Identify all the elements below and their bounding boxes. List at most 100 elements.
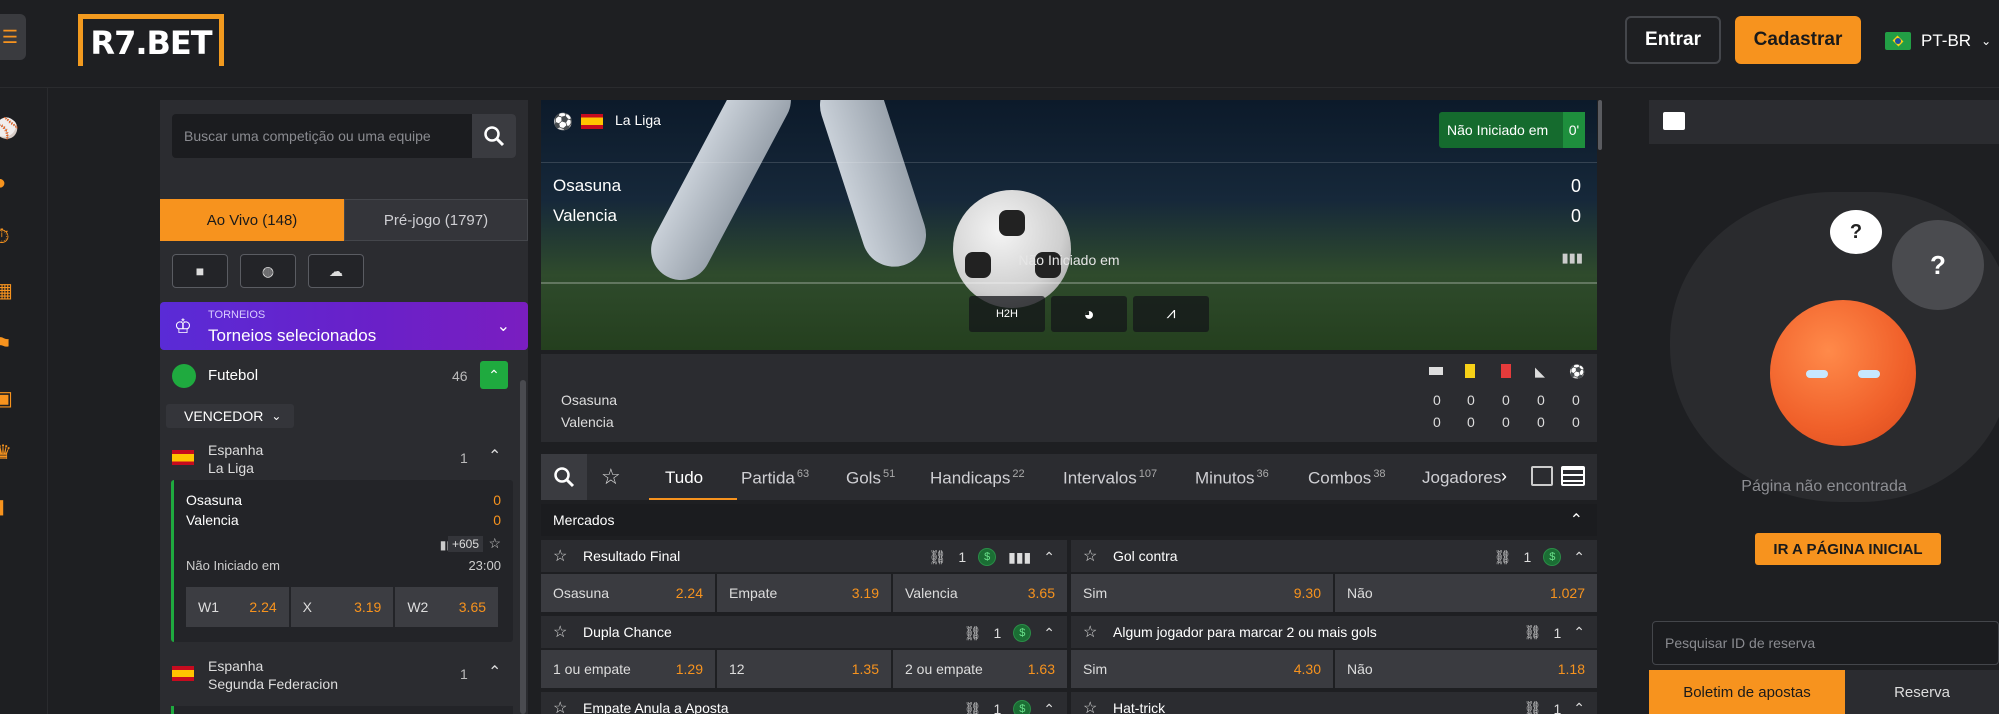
sport-icon-3[interactable]: ⏱ bbox=[0, 226, 16, 248]
reservation-search[interactable]: Pesquisar ID de reserva bbox=[1652, 621, 1999, 665]
stats-icon[interactable]: ▮▮▮ bbox=[1008, 549, 1031, 566]
tab-minutos[interactable]: Minutos 36 bbox=[1195, 468, 1269, 489]
tab-intervalos[interactable]: Intervalos 107 bbox=[1063, 468, 1157, 489]
odd-button[interactable]: Valencia 3.65 bbox=[893, 574, 1067, 612]
chevron-up-icon[interactable]: ⌃ bbox=[488, 662, 501, 682]
video-filter-button[interactable]: ■ bbox=[172, 254, 228, 288]
star-icon[interactable]: ☆ bbox=[488, 535, 501, 552]
odd-button[interactable]: Sim 9.30 bbox=[1071, 574, 1333, 612]
center-scrollbar[interactable] bbox=[1598, 100, 1602, 150]
market-title: Hat-trick bbox=[1113, 700, 1166, 714]
markets-header[interactable]: Mercados ⌃ bbox=[541, 504, 1597, 536]
odd-w2[interactable]: W2 3.65 bbox=[395, 587, 499, 627]
chevron-up-icon[interactable]: ⌃ bbox=[1043, 625, 1055, 642]
star-icon[interactable]: ☆ bbox=[1083, 546, 1097, 566]
login-button[interactable]: Entrar bbox=[1625, 16, 1721, 64]
tab-handicaps[interactable]: Handicaps 22 bbox=[930, 468, 1025, 489]
favorites-star-icon[interactable]: ☆ bbox=[601, 464, 621, 490]
odd-button[interactable]: Não 1.18 bbox=[1335, 650, 1597, 688]
stats-icon[interactable]: ▮ bbox=[0, 496, 16, 518]
market-title: Empate Anula a Aposta bbox=[583, 700, 729, 714]
trend-button[interactable]: ⩘ bbox=[1133, 296, 1209, 332]
tab-gols[interactable]: Gols 51 bbox=[846, 468, 895, 489]
chevron-right-icon[interactable]: › bbox=[1501, 466, 1507, 487]
sport-icon-1[interactable]: ⚾ bbox=[0, 118, 19, 140]
star-icon[interactable]: ☆ bbox=[553, 546, 567, 566]
more-markets-badge[interactable]: +605 bbox=[447, 536, 483, 552]
link-icon: ⛓ bbox=[963, 700, 982, 714]
sport-icon-4[interactable]: ▦ bbox=[0, 280, 16, 302]
event-card-partial[interactable] bbox=[171, 706, 513, 714]
market-type-select[interactable]: VENCEDOR ⌄ bbox=[166, 404, 294, 428]
market-search-button[interactable] bbox=[541, 454, 587, 500]
chevron-down-icon: ⌄ bbox=[271, 409, 282, 423]
left-scrollbar[interactable] bbox=[520, 380, 526, 714]
star-icon[interactable]: ☆ bbox=[553, 622, 567, 642]
chevron-up-icon[interactable]: ⌃ bbox=[1573, 700, 1585, 714]
market-header[interactable]: ☆ Dupla Chance ⛓ 1 $ ⌃ bbox=[541, 616, 1067, 648]
market-header[interactable]: ☆ Empate Anula a Aposta ⛓ 1 $ ⌃ bbox=[541, 692, 1067, 714]
tab-tudo[interactable]: Tudo bbox=[665, 468, 703, 488]
betslip-icon[interactable] bbox=[1663, 112, 1685, 130]
competition-search[interactable]: Buscar uma competição ou uma equipe bbox=[172, 114, 516, 158]
league-row[interactable]: Espanha La Liga 1 ⌃ bbox=[170, 440, 510, 480]
tournaments-selector[interactable]: ♔ TORNEIOS Torneios selecionados ⌄ bbox=[160, 302, 528, 350]
sport-icon-2[interactable]: ● bbox=[0, 172, 16, 194]
sport-icon-5[interactable]: ⚑ bbox=[0, 334, 16, 356]
odd-x[interactable]: X 3.19 bbox=[290, 587, 394, 627]
go-home-button[interactable]: IR A PÁGINA INICIAL bbox=[1755, 533, 1941, 565]
odd-button[interactable]: 2 ou empate 1.63 bbox=[893, 650, 1067, 688]
menu-toggle-button[interactable]: ☰ bbox=[0, 14, 26, 60]
league-row[interactable]: Espanha Segunda Federacion 1 ⌃ bbox=[170, 656, 510, 696]
league-count: 1 bbox=[460, 450, 468, 466]
search-input[interactable]: Buscar uma competição ou uma equipe bbox=[184, 128, 431, 144]
tab-partida[interactable]: Partida 63 bbox=[741, 468, 809, 489]
collapse-button[interactable]: ⌃ bbox=[480, 361, 508, 389]
chevron-up-icon[interactable]: ⌃ bbox=[1043, 549, 1055, 566]
odd-button[interactable]: Empate 3.19 bbox=[717, 574, 891, 612]
market-header[interactable]: ☆ Resultado Final ⛓ 1 $ ▮▮▮ ⌃ bbox=[541, 540, 1067, 572]
sport-icon-6[interactable]: ▣ bbox=[0, 388, 16, 410]
chevron-up-icon[interactable]: ⌃ bbox=[488, 446, 501, 466]
h2h-button[interactable]: H2H bbox=[969, 296, 1045, 332]
search-button[interactable] bbox=[472, 114, 516, 158]
market-header[interactable]: ☆ Algum jogador para marcar 2 ou mais go… bbox=[1071, 616, 1597, 648]
star-icon[interactable]: ☆ bbox=[553, 698, 567, 714]
event-card[interactable]: Osasuna 0 Valencia 0 ▮▮ +605 ☆ Não Inici… bbox=[171, 480, 513, 642]
sport-rail: ⚾ ● ⏱ ▦ ⚑ ▣ ♛ ▮ bbox=[0, 88, 48, 714]
market-header[interactable]: ☆ Hat-trick ⛓ 1 ⌃ bbox=[1071, 692, 1597, 714]
odd-button[interactable]: Não 1.027 bbox=[1335, 574, 1597, 612]
tournaments-label: TORNEIOS bbox=[208, 309, 266, 321]
odd-w1[interactable]: W1 2.24 bbox=[186, 587, 289, 627]
grid-view-icon[interactable] bbox=[1561, 466, 1585, 486]
globe-filter-button[interactable]: ◍ bbox=[240, 254, 296, 288]
logo[interactable]: R7.BET bbox=[78, 14, 224, 66]
tab-reserve[interactable]: Reserva bbox=[1845, 670, 1999, 714]
stats-icon[interactable]: ▮▮▮ bbox=[1562, 250, 1583, 266]
odd-button[interactable]: 1 ou empate 1.29 bbox=[541, 650, 715, 688]
tab-combos[interactable]: Combos 38 bbox=[1308, 468, 1386, 489]
tab-prematch[interactable]: Pré-jogo (1797) bbox=[344, 199, 528, 241]
trophy-icon[interactable]: ♛ bbox=[0, 442, 16, 464]
odd-button[interactable]: Osasuna 2.24 bbox=[541, 574, 715, 612]
list-view-icon[interactable] bbox=[1531, 466, 1553, 486]
tab-betslip[interactable]: Boletim de apostas bbox=[1649, 670, 1845, 714]
odd-button[interactable]: 12 1.35 bbox=[717, 650, 891, 688]
tab-live[interactable]: Ao Vivo (148) bbox=[160, 199, 344, 241]
star-icon[interactable]: ☆ bbox=[1083, 622, 1097, 642]
market-link-count: 1 bbox=[993, 701, 1002, 714]
star-icon[interactable]: ☆ bbox=[1083, 698, 1097, 714]
reservation-input[interactable]: Pesquisar ID de reserva bbox=[1665, 635, 1815, 651]
chevron-up-icon[interactable]: ⌃ bbox=[1573, 549, 1585, 566]
chevron-up-icon[interactable]: ⌃ bbox=[1043, 701, 1055, 714]
penalty-icon: ⚽ bbox=[1569, 364, 1586, 379]
tab-jogadores[interactable]: Jogadores bbox=[1422, 468, 1506, 488]
odd-button[interactable]: Sim 4.30 bbox=[1071, 650, 1333, 688]
chevron-up-icon[interactable]: ⌃ bbox=[1573, 624, 1585, 641]
cloud-filter-button[interactable]: ☁ bbox=[308, 254, 364, 288]
language-select[interactable]: PT-BR ⌄ bbox=[1885, 28, 1991, 54]
register-button[interactable]: Cadastrar bbox=[1735, 16, 1861, 64]
market-header[interactable]: ☆ Gol contra ⛓ 1 $ ⌃ bbox=[1071, 540, 1597, 572]
pie-chart-button[interactable]: ◕ bbox=[1051, 296, 1127, 332]
sport-row-football[interactable]: Futebol 46 ⌃ bbox=[160, 358, 520, 394]
